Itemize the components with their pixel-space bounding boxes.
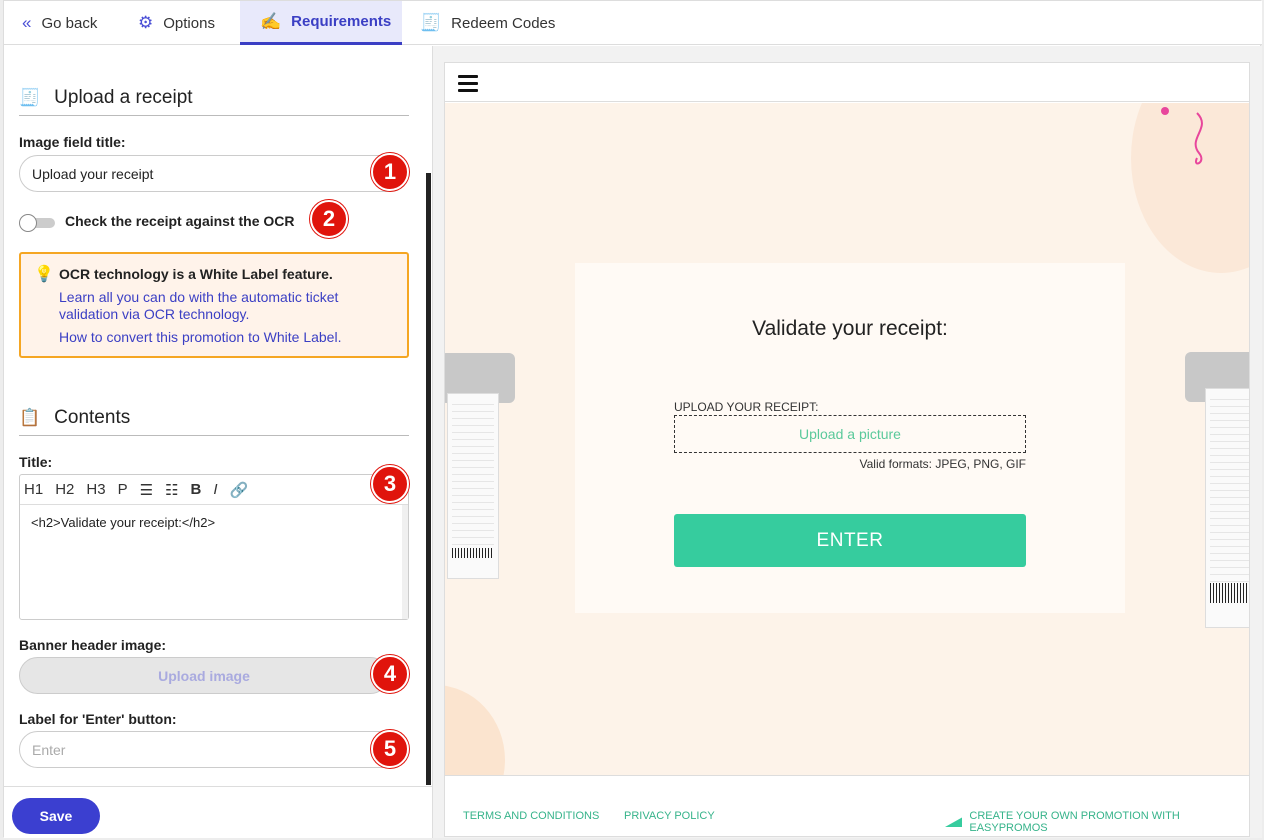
receipt-icon: 🧾 bbox=[420, 13, 442, 32]
ocr-toggle-label: Check the receipt against the OCR bbox=[65, 213, 295, 229]
section-contents: 📋 Contents bbox=[19, 407, 409, 436]
valid-formats-text: Valid formats: JPEG, PNG, GIF bbox=[859, 457, 1026, 471]
app-window: « Go back ⚙ Options ✍ Requirements 🧾 Red… bbox=[3, 0, 1262, 838]
terms-link[interactable]: TERMS AND CONDITIONS bbox=[463, 810, 599, 822]
create-promotion-text: CREATE YOUR OWN PROMOTION WITH EASYPROMO… bbox=[969, 810, 1180, 834]
tab-label: Requirements bbox=[291, 13, 392, 30]
panel-scrollbar[interactable] bbox=[426, 173, 431, 785]
clipboard-icon: 📋 bbox=[19, 408, 41, 427]
tab-label: Go back bbox=[41, 14, 98, 32]
privacy-link[interactable]: PRIVACY POLICY bbox=[624, 810, 715, 822]
image-field-title-label: Image field title: bbox=[19, 134, 126, 150]
section-title: Upload a receipt bbox=[54, 87, 193, 108]
top-tabs: « Go back ⚙ Options ✍ Requirements 🧾 Red… bbox=[4, 1, 1262, 45]
bullet-list-icon[interactable]: ☰ bbox=[140, 481, 153, 499]
section-title: Contents bbox=[54, 407, 131, 428]
pen-signature-icon: ✍ bbox=[260, 11, 282, 31]
ocr-alert: 💡 OCR technology is a White Label featur… bbox=[19, 252, 409, 358]
enter-button[interactable]: ENTER bbox=[674, 514, 1026, 567]
title-label: Title: bbox=[19, 454, 53, 470]
h3-button[interactable]: H3 bbox=[86, 481, 105, 498]
callout-badge-3: 3 bbox=[371, 465, 409, 503]
hamburger-menu-icon[interactable] bbox=[458, 75, 478, 96]
alert-title: OCR technology is a White Label feature. bbox=[59, 266, 333, 282]
lightbulb-icon: 💡 bbox=[34, 266, 54, 283]
upload-image-button[interactable]: Upload image bbox=[19, 657, 389, 694]
enter-button-label: Label for 'Enter' button: bbox=[19, 711, 177, 727]
tab-label: Options bbox=[163, 14, 215, 32]
decorative-blob bbox=[445, 685, 505, 775]
white-label-link[interactable]: How to convert this promotion to White L… bbox=[59, 329, 389, 346]
easypromos-logo-icon bbox=[945, 817, 963, 827]
editor-toolbar: H1 H2 H3 P ☰ ☷ B I 🔗 bbox=[20, 475, 408, 505]
save-button[interactable]: Save bbox=[12, 798, 100, 834]
upload-picture-dropzone[interactable]: Upload a picture bbox=[674, 415, 1026, 453]
decorative-squiggle-icon bbox=[1161, 107, 1203, 165]
upload-receipt-label: UPLOAD YOUR RECEIPT: bbox=[674, 400, 819, 414]
tab-label: Redeem Codes bbox=[451, 14, 556, 32]
callout-badge-5: 5 bbox=[371, 730, 409, 768]
tab-options[interactable]: ⚙ Options bbox=[138, 1, 215, 45]
h2-button[interactable]: H2 bbox=[55, 481, 74, 498]
tab-go-back[interactable]: « Go back bbox=[22, 1, 97, 45]
h1-button[interactable]: H1 bbox=[24, 481, 43, 498]
create-promotion-link[interactable]: CREATE YOUR OWN PROMOTION WITH EASYPROMO… bbox=[945, 810, 1249, 834]
preview-header bbox=[445, 63, 1249, 102]
link-icon[interactable]: 🔗 bbox=[230, 481, 249, 499]
section-upload-receipt: 🧾 Upload a receipt bbox=[19, 87, 409, 116]
double-chevron-left-icon: « bbox=[22, 13, 32, 32]
promotion-preview: Validate your receipt: UPLOAD YOUR RECEI… bbox=[444, 62, 1250, 837]
receipt-image-left bbox=[447, 393, 499, 579]
italic-button[interactable]: I bbox=[213, 481, 217, 498]
receipt-icon: 🧾 bbox=[19, 88, 41, 107]
editor-textarea[interactable]: <h2>Validate your receipt:</h2> bbox=[20, 505, 408, 540]
receipt-form-card: Validate your receipt: UPLOAD YOUR RECEI… bbox=[575, 263, 1125, 613]
image-field-title-input[interactable]: Upload your receipt bbox=[19, 155, 409, 192]
paragraph-button[interactable]: P bbox=[118, 481, 128, 498]
preview-heading: Validate your receipt: bbox=[752, 317, 948, 340]
tab-redeem-codes[interactable]: 🧾 Redeem Codes bbox=[420, 1, 555, 45]
toggle-knob bbox=[19, 214, 37, 232]
numbered-list-icon[interactable]: ☷ bbox=[165, 481, 178, 499]
callout-badge-4: 4 bbox=[371, 655, 409, 693]
preview-footer: TERMS AND CONDITIONS PRIVACY POLICY CREA… bbox=[445, 775, 1249, 836]
preview-body: Validate your receipt: UPLOAD YOUR RECEI… bbox=[445, 103, 1249, 775]
gear-icon: ⚙ bbox=[138, 13, 154, 32]
banner-header-label: Banner header image: bbox=[19, 637, 167, 653]
ocr-learn-link[interactable]: Learn all you can do with the automatic … bbox=[59, 289, 389, 323]
enter-label-input[interactable]: Enter bbox=[19, 731, 409, 768]
bold-button[interactable]: B bbox=[190, 481, 201, 498]
ocr-toggle[interactable] bbox=[19, 214, 55, 232]
callout-badge-2: 2 bbox=[310, 200, 348, 238]
editor-scrollbar[interactable] bbox=[402, 505, 408, 619]
panel-footer: Save bbox=[4, 786, 432, 838]
receipt-image-right bbox=[1205, 388, 1249, 628]
title-editor: H1 H2 H3 P ☰ ☷ B I 🔗 <h2>Validate your r… bbox=[19, 474, 409, 620]
tab-requirements[interactable]: ✍ Requirements bbox=[240, 1, 402, 45]
callout-badge-1: 1 bbox=[371, 153, 409, 191]
